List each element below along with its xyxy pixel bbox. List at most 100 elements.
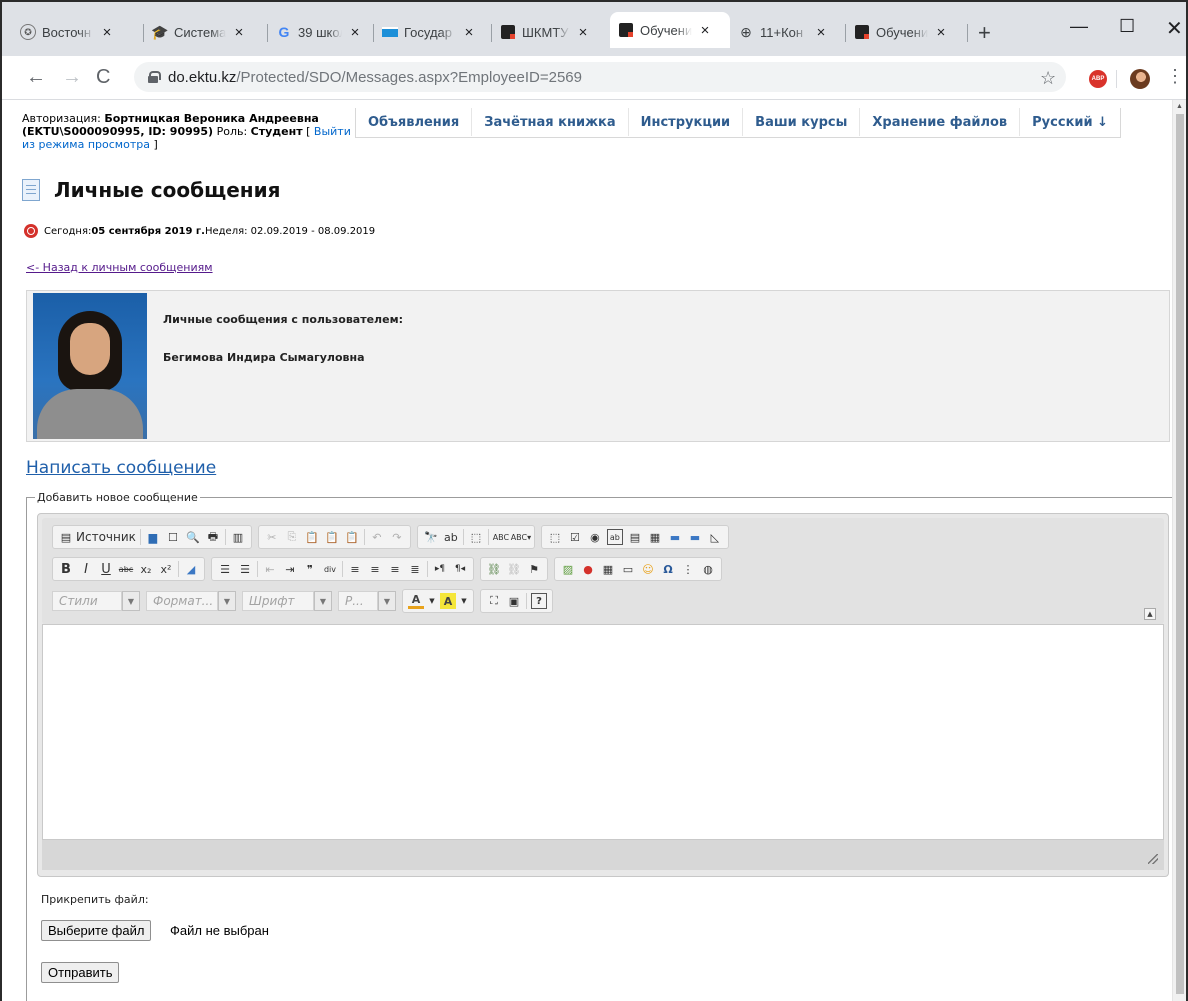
image-button-icon[interactable]: ▬ <box>687 529 703 545</box>
bold-icon[interactable]: B <box>58 561 74 577</box>
anchor-icon[interactable]: ⚑ <box>526 561 542 577</box>
cut-icon[interactable]: ✂ <box>264 529 280 545</box>
rtl-icon[interactable]: ¶◂ <box>452 561 468 577</box>
send-button[interactable]: Отправить <box>41 962 120 983</box>
tab-8[interactable]: Обучени × <box>846 18 968 46</box>
outdent-icon[interactable]: ⇤ <box>262 561 278 577</box>
menu-file-storage[interactable]: Хранение файлов <box>860 108 1021 136</box>
flash-icon[interactable]: ● <box>580 561 596 577</box>
font-field[interactable]: Шрифт <box>242 591 314 611</box>
scroll-up-icon[interactable]: ▲ <box>1176 103 1183 110</box>
align-center-icon[interactable]: ≡ <box>367 561 383 577</box>
smiley-icon[interactable]: ☺ <box>640 561 656 577</box>
forward-button[interactable]: → <box>62 66 82 89</box>
find-icon[interactable]: 🔭 <box>423 529 439 545</box>
copy-icon[interactable]: ⎘ <box>284 529 300 545</box>
resize-handle-icon[interactable] <box>1148 854 1158 864</box>
paste-text-icon[interactable]: 📋 <box>324 529 340 545</box>
table-icon[interactable]: ▦ <box>600 561 616 577</box>
format-field[interactable]: Формат... <box>146 591 218 611</box>
chevron-down-icon[interactable]: ▼ <box>314 591 332 611</box>
remove-format-icon[interactable]: ◢ <box>183 561 199 577</box>
iframe-icon[interactable]: ◍ <box>700 561 716 577</box>
page-break-icon[interactable]: ⋮ <box>680 561 696 577</box>
chevron-down-icon[interactable]: ▼ <box>122 591 140 611</box>
bulleted-list-icon[interactable]: ☰ <box>237 561 253 577</box>
form-icon[interactable]: ⬚ <box>547 529 563 545</box>
subscript-icon[interactable]: x₂ <box>138 561 154 577</box>
tab-7[interactable]: ⊕ 11+Кон × <box>730 18 846 46</box>
scrollbar-thumb[interactable] <box>1176 114 1184 994</box>
editor-content-area[interactable] <box>42 624 1164 840</box>
templates-icon[interactable]: ▥ <box>230 529 246 545</box>
close-icon[interactable]: × <box>100 24 114 41</box>
tab-3[interactable]: G 39 школ × <box>268 18 374 46</box>
image-icon[interactable]: ▨ <box>560 561 576 577</box>
write-message-link[interactable]: Написать сообщение <box>26 458 216 478</box>
save-icon[interactable]: ▆ <box>145 529 161 545</box>
close-icon[interactable]: × <box>576 24 590 41</box>
horizontal-rule-icon[interactable]: ▭ <box>620 561 636 577</box>
spellcheck-icon[interactable]: ABC <box>493 529 509 545</box>
bg-color-icon[interactable]: A <box>440 593 456 609</box>
chevron-down-icon[interactable]: ▼ <box>460 593 468 609</box>
unlink-icon[interactable]: ⛓ <box>506 561 522 577</box>
size-combo[interactable]: Р... ▼ <box>338 590 396 612</box>
close-window-button[interactable]: ✕ <box>1166 16 1183 41</box>
size-field[interactable]: Р... <box>338 591 378 611</box>
choose-file-button[interactable]: Выберите файл <box>41 920 152 941</box>
replace-icon[interactable]: ab <box>443 529 459 545</box>
new-tab-button[interactable]: + <box>978 20 991 46</box>
styles-field[interactable]: Стили <box>52 591 122 611</box>
profile-avatar[interactable] <box>1130 69 1150 89</box>
numbered-list-icon[interactable]: ☰ <box>217 561 233 577</box>
strikethrough-icon[interactable]: abc <box>118 561 134 577</box>
hidden-field-icon[interactable]: ◺ <box>707 529 723 545</box>
close-icon[interactable]: × <box>698 22 712 39</box>
special-char-icon[interactable]: Ω <box>660 561 676 577</box>
select-all-icon[interactable]: ⬚ <box>468 529 484 545</box>
close-icon[interactable]: × <box>814 24 828 41</box>
close-icon[interactable]: × <box>462 24 476 41</box>
align-right-icon[interactable]: ≡ <box>387 561 403 577</box>
tab-2[interactable]: 🎓 Система × <box>144 18 268 46</box>
select-field-icon[interactable]: ▦ <box>647 529 663 545</box>
vertical-scrollbar[interactable]: ▲ <box>1172 100 1186 1001</box>
chevron-down-icon[interactable]: ▼ <box>218 591 236 611</box>
adblock-plus-icon[interactable]: ABP <box>1089 70 1107 88</box>
close-icon[interactable]: × <box>232 24 246 41</box>
paste-icon[interactable]: 📋 <box>304 529 320 545</box>
align-justify-icon[interactable]: ≣ <box>407 561 423 577</box>
text-field-icon[interactable]: ab <box>606 529 623 545</box>
menu-kebab-icon[interactable]: ⋮ <box>1166 66 1184 87</box>
address-bar[interactable]: do.ektu.kz/Protected/SDO/Messages.aspx?E… <box>134 62 1066 92</box>
close-icon[interactable]: × <box>934 24 948 41</box>
redo-icon[interactable]: ↷ <box>389 529 405 545</box>
tab-6[interactable]: Обучени × <box>610 12 730 48</box>
undo-icon[interactable]: ↶ <box>369 529 385 545</box>
source-button[interactable]: Источник <box>76 530 136 544</box>
button-field-icon[interactable]: ▬ <box>667 529 683 545</box>
tab-4[interactable]: Государ × <box>374 18 492 46</box>
blockquote-icon[interactable]: ❞ <box>302 561 318 577</box>
back-button[interactable]: ← <box>26 66 46 89</box>
menu-gradebook[interactable]: Зачётная книжка <box>472 108 629 136</box>
link-icon[interactable]: ⛓ <box>486 561 502 577</box>
back-to-messages-link[interactable]: <- Назад к личным сообщениям <box>26 261 213 274</box>
font-combo[interactable]: Шрифт ▼ <box>242 590 332 612</box>
bookmark-star-icon[interactable]: ☆ <box>1040 68 1056 89</box>
menu-language[interactable]: Русский ↓ <box>1020 108 1120 136</box>
menu-your-courses[interactable]: Ваши курсы <box>743 108 861 136</box>
italic-icon[interactable]: I <box>78 561 94 577</box>
maximize-button[interactable]: ☐ <box>1119 16 1135 37</box>
indent-icon[interactable]: ⇥ <box>282 561 298 577</box>
new-page-icon[interactable]: ☐ <box>165 529 181 545</box>
align-left-icon[interactable]: ≡ <box>347 561 363 577</box>
chevron-down-icon[interactable]: ▼ <box>378 591 396 611</box>
show-blocks-icon[interactable]: ▣ <box>506 593 522 609</box>
styles-combo[interactable]: Стили ▼ <box>52 590 140 612</box>
checkbox-icon[interactable]: ☑ <box>567 529 583 545</box>
textarea-icon[interactable]: ▤ <box>627 529 643 545</box>
ltr-icon[interactable]: ▸¶ <box>432 561 448 577</box>
menu-announcements[interactable]: Объявления <box>356 108 473 136</box>
